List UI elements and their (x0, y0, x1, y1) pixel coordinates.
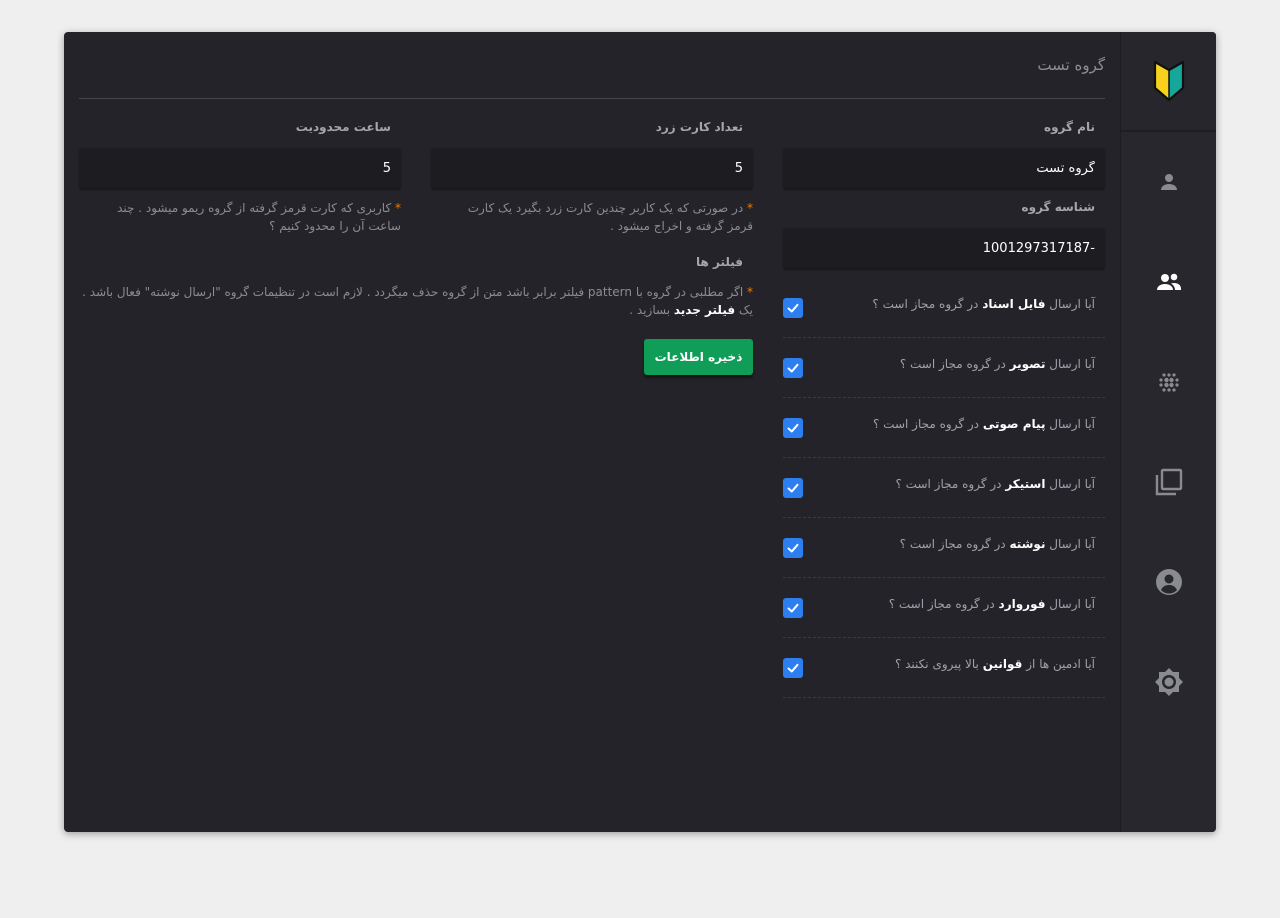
permission-checkbox[interactable] (783, 478, 803, 498)
group-name-input[interactable] (783, 148, 1105, 188)
check-icon (787, 663, 799, 673)
sidebar-item-account[interactable] (1121, 552, 1216, 612)
sidebar (1120, 32, 1216, 832)
check-icon (787, 483, 799, 493)
permission-checkbox[interactable] (783, 418, 803, 438)
permission-question: آیا ارسال فایل اسناد در گروه مجاز است ؟ (872, 297, 1095, 311)
group-id-label: شناسه گروه (1021, 200, 1095, 214)
permission-question: آیا ارسال پیام صوتی در گروه مجاز است ؟ (873, 417, 1095, 431)
permission-row: آیا ارسال پیام صوتی در گروه مجاز است ؟ (783, 398, 1105, 458)
check-icon (787, 543, 799, 553)
permission-row: آیا ارسال استیکر در گروه مجاز است ؟ (783, 458, 1105, 518)
permission-question: آیا ارسال فوروارد در گروه مجاز است ؟ (888, 597, 1095, 611)
check-icon (787, 363, 799, 373)
permission-row: آیا ارسال نوشته در گروه مجاز است ؟ (783, 518, 1105, 578)
check-icon (787, 603, 799, 613)
filters-title: فیلتر ها (695, 255, 743, 269)
sidebar-item-filters[interactable] (1121, 352, 1216, 412)
permission-row: آیا ادمین ها از قوانین بالا پیروی نکنند … (783, 638, 1105, 698)
group-icon (1157, 273, 1181, 290)
yellow-card-help: * در صورتی که یک کاربر چندین کارت زرد بگ… (467, 201, 753, 233)
sidebar-item-settings[interactable] (1121, 652, 1216, 712)
brightness-icon (1155, 668, 1183, 696)
permission-row: آیا ارسال تصویر در گروه مجاز است ؟ (783, 338, 1105, 398)
beginner-mark-icon (1153, 60, 1184, 102)
group-name-label: نام گروه (1044, 120, 1095, 134)
save-button[interactable]: ذخیره اطلاعات (644, 339, 753, 375)
page-title: گروه تست (1037, 56, 1105, 74)
permission-checkbox[interactable] (783, 538, 803, 558)
title-divider (79, 98, 1105, 99)
dots-grid-icon (1159, 373, 1179, 392)
restrict-hours-input[interactable] (79, 148, 401, 188)
account-circle-icon (1156, 569, 1182, 595)
yellow-card-input[interactable] (431, 148, 753, 188)
permission-checkbox[interactable] (783, 658, 803, 678)
yellow-card-label: تعداد کارت زرد (655, 120, 743, 134)
person-icon (1161, 174, 1177, 190)
library-icon (1155, 468, 1183, 496)
permission-question: آیا ارسال استیکر در گروه مجاز است ؟ (895, 477, 1096, 491)
check-icon (787, 303, 799, 313)
permission-row: آیا ارسال فوروارد در گروه مجاز است ؟ (783, 578, 1105, 638)
logo[interactable] (1121, 32, 1216, 132)
new-filter-link[interactable]: فیلتر جدید (674, 303, 735, 317)
sidebar-item-groups[interactable] (1121, 252, 1216, 312)
restrict-hours-label: ساعت محدودیت (295, 120, 391, 134)
sidebar-item-library[interactable] (1121, 452, 1216, 512)
permission-checkbox[interactable] (783, 358, 803, 378)
sidebar-item-profile[interactable] (1121, 152, 1216, 212)
check-icon (787, 423, 799, 433)
main-content: گروه تست نام گروه شناسه گروه تعداد کارت … (79, 32, 1105, 832)
filters-help: * اگر مطلبی در گروه با pattern فیلتر برا… (82, 285, 753, 317)
app-window: گروه تست نام گروه شناسه گروه تعداد کارت … (64, 32, 1216, 832)
permission-question: آیا ارسال تصویر در گروه مجاز است ؟ (899, 357, 1095, 371)
permission-checkbox[interactable] (783, 598, 803, 618)
group-id-input[interactable] (783, 228, 1105, 268)
permission-checkbox[interactable] (783, 298, 803, 318)
permission-question: آیا ادمین ها از قوانین بالا پیروی نکنند … (894, 657, 1095, 671)
permission-row: آیا ارسال فایل اسناد در گروه مجاز است ؟ (783, 278, 1105, 338)
restrict-hours-help: * کاربری که کارت قرمز گرفته از گروه ریمو… (117, 201, 401, 233)
permission-question: آیا ارسال نوشته در گروه مجاز است ؟ (899, 537, 1095, 551)
